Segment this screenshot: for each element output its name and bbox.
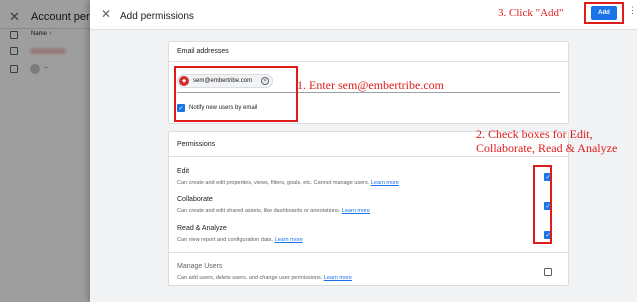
email-section-heading: Email addresses	[177, 48, 229, 55]
learn-more-link[interactable]: Learn more	[371, 180, 399, 186]
modal-scrim	[0, 0, 90, 302]
perm-desc-edit: Can create and edit properties, views, f…	[177, 180, 399, 186]
perm-name-manage-users: Manage Users	[177, 263, 223, 270]
annotation-box-email	[174, 66, 298, 122]
perm-desc-text: Can add users, delete users, and change …	[177, 275, 323, 281]
close-icon[interactable]: ✕	[101, 7, 111, 21]
divider	[169, 252, 568, 253]
add-permissions-panel: ✕ Add permissions 3. Click "Add" Add ⋮ E…	[90, 0, 637, 302]
annotation-step3: 3. Click "Add"	[498, 7, 564, 19]
manage-users-checkbox[interactable]	[544, 268, 552, 276]
more-options-icon[interactable]: ⋮	[628, 5, 637, 16]
learn-more-link[interactable]: Learn more	[324, 275, 352, 281]
learn-more-link[interactable]: Learn more	[275, 237, 303, 243]
perm-desc-text: Can create and edit shared assets, like …	[177, 208, 341, 214]
add-button[interactable]: Add	[591, 6, 617, 20]
perm-name-edit: Edit	[177, 168, 190, 175]
perm-name-read-analyze: Read & Analyze	[177, 225, 227, 232]
perm-desc-manage-users: Can add users, delete users, and change …	[177, 275, 352, 281]
annotation-step2: 2. Check boxes for Edit, Collaborate, Re…	[476, 127, 618, 155]
perm-desc-collaborate: Can create and edit shared assets, like …	[177, 208, 370, 214]
perm-desc-text: Can create and edit properties, views, f…	[177, 180, 370, 186]
annotation-step1: 1. Enter sem@embertribe.com	[297, 78, 444, 92]
permissions-section-heading: Permissions	[177, 141, 216, 148]
perm-desc-text: Can view report and configuration data.	[177, 237, 274, 243]
learn-more-link[interactable]: Learn more	[342, 208, 370, 214]
panel-title: Add permissions	[120, 11, 194, 22]
panel-header: ✕ Add permissions 3. Click "Add" Add ⋮	[90, 0, 637, 30]
divider	[169, 61, 568, 62]
perm-name-collaborate: Collaborate	[177, 196, 213, 203]
perm-desc-read-analyze: Can view report and configuration data. …	[177, 237, 303, 243]
annotation-box-checkboxes	[533, 165, 552, 244]
divider	[169, 156, 568, 157]
